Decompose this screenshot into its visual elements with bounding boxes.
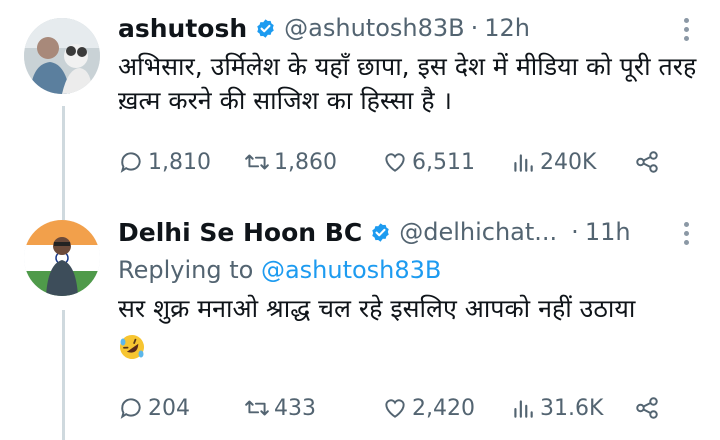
replying-to-label: Replying to xyxy=(118,256,254,284)
reply-button[interactable]: 204 xyxy=(118,395,190,421)
like-count: 2,420 xyxy=(412,395,475,421)
view-count: 31.6K xyxy=(540,395,604,421)
share-icon xyxy=(636,151,658,173)
tweet-text: अभिसार, उर्मिलेश के यहाँ छापा, इस देश मे… xyxy=(118,52,697,115)
display-name[interactable]: Delhi Se Hoon BC xyxy=(118,218,362,247)
timestamp[interactable]: 12h xyxy=(484,14,530,42)
separator: · xyxy=(470,14,479,42)
display-name[interactable]: ashutosh xyxy=(118,14,247,43)
handle[interactable]: @ashutosh83B xyxy=(284,14,464,42)
like-button[interactable]: 6,511 xyxy=(382,149,475,175)
more-options-icon[interactable] xyxy=(684,222,690,245)
tweet-header: Delhi Se Hoon BC @delhichat... · 11h xyxy=(118,212,631,252)
handle[interactable]: @delhichat... xyxy=(399,218,557,246)
thread-line xyxy=(62,310,65,440)
verified-badge-icon xyxy=(257,18,274,38)
retweet-button[interactable]: 433 xyxy=(244,395,316,421)
share-button[interactable] xyxy=(634,149,664,175)
bar-chart-icon xyxy=(514,400,533,418)
retweet-icon xyxy=(245,154,269,170)
retweet-button[interactable]: 1,860 xyxy=(244,149,337,175)
reply-count: 204 xyxy=(148,395,190,421)
retweet-count: 433 xyxy=(274,395,316,421)
retweet-count: 1,860 xyxy=(274,149,337,175)
more-options-icon[interactable] xyxy=(684,18,690,41)
view-count: 240K xyxy=(540,149,597,175)
verified-badge-icon xyxy=(372,222,389,242)
reply-button[interactable]: 1,810 xyxy=(118,149,211,175)
heart-icon xyxy=(385,399,405,418)
avatar[interactable] xyxy=(24,18,100,94)
tweet-actions: 204 433 2,420 31.6K xyxy=(118,392,678,424)
timestamp[interactable]: 11h xyxy=(585,218,631,246)
share-icon xyxy=(636,397,658,419)
share-button[interactable] xyxy=(634,395,664,421)
rolling-on-floor-laughing-icon xyxy=(120,335,144,359)
like-count: 6,511 xyxy=(412,149,475,175)
tweet-text: सर शुक्र मनाओ श्राद्ध चल रहे इसलिए आपको … xyxy=(118,294,636,323)
tweet-actions: 1,810 1,860 6,511 240K xyxy=(118,146,678,178)
retweet-icon xyxy=(245,400,269,416)
replying-to: Replying to @ashutosh83B xyxy=(118,256,441,284)
tweet-header: ashutosh @ashutosh83B · 12h xyxy=(118,8,530,48)
avatar[interactable] xyxy=(24,220,100,296)
like-button[interactable]: 2,420 xyxy=(382,395,475,421)
reply-icon xyxy=(120,152,141,173)
thread-line xyxy=(62,106,65,222)
reply-count: 1,810 xyxy=(148,149,211,175)
views-button[interactable]: 240K xyxy=(510,149,596,175)
separator: · xyxy=(571,218,579,246)
reply-icon xyxy=(120,398,141,419)
bar-chart-icon xyxy=(514,154,533,172)
heart-icon xyxy=(385,153,405,172)
views-button[interactable]: 31.6K xyxy=(510,395,603,421)
replying-to-handle[interactable]: @ashutosh83B xyxy=(261,256,441,284)
